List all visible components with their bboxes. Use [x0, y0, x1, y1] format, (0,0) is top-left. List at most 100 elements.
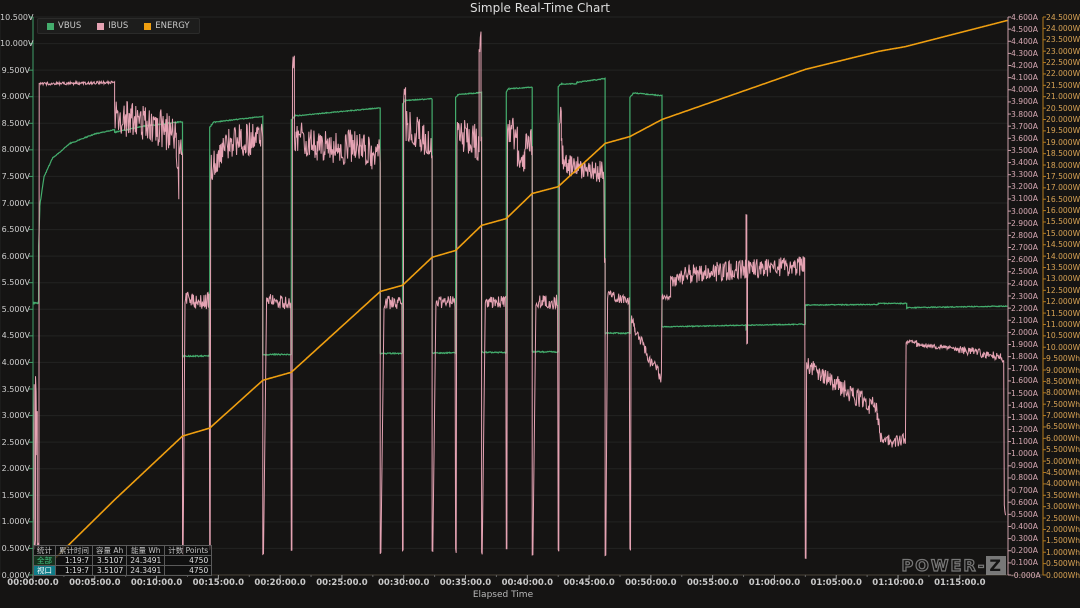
voltage-tick-label: 6.000V — [0, 252, 30, 261]
stats-row-all-label: 全部 — [34, 556, 56, 566]
energy-tick-label: 19.000Wh — [1046, 138, 1080, 147]
energy-tick-label: 4.500Wh — [1046, 468, 1080, 477]
stats-header-energy: 能量 Wh — [127, 546, 165, 556]
energy-tick-label: 14.000Wh — [1046, 252, 1080, 261]
current-tick-label: 4.500A — [1011, 25, 1047, 34]
current-tick-label: 2.800A — [1011, 231, 1047, 240]
energy-tick-label: 17.500Wh — [1046, 172, 1080, 181]
voltage-tick-label: 2.000V — [0, 464, 30, 473]
energy-tick-label: 9.000Wh — [1046, 366, 1080, 375]
voltage-tick-label: 9.000V — [0, 92, 30, 101]
energy-tick-label: 0.500Wh — [1046, 559, 1080, 568]
voltage-tick-label: 1.000V — [0, 517, 30, 526]
watermark-text: POWER- — [902, 556, 987, 575]
energy-tick-label: 20.500Wh — [1046, 104, 1080, 113]
legend-item-vbus[interactable]: VBUS — [47, 21, 81, 31]
energy-tick-label: 24.500Wh — [1046, 13, 1080, 22]
voltage-tick-label: 3.000V — [0, 411, 30, 420]
energy-tick-label: 18.500Wh — [1046, 149, 1080, 158]
energy-tick-label: 8.000Wh — [1046, 388, 1080, 397]
current-tick-label: 2.700A — [1011, 243, 1047, 252]
voltage-tick-label: 5.000V — [0, 305, 30, 314]
current-tick-label: 0.600A — [1011, 498, 1047, 507]
current-tick-label: 1.800A — [1011, 352, 1047, 361]
x-tick-label: 00:20:00.0 — [245, 578, 315, 588]
legend-item-ibus[interactable]: IBUS — [97, 21, 128, 31]
current-tick-label: 1.100A — [1011, 437, 1047, 446]
energy-tick-label: 12.500Wh — [1046, 286, 1080, 295]
current-tick-label: 4.400A — [1011, 37, 1047, 46]
energy-tick-label: 20.000Wh — [1046, 115, 1080, 124]
current-tick-label: 4.300A — [1011, 49, 1047, 58]
current-tick-label: 2.600A — [1011, 255, 1047, 264]
energy-tick-label: 21.000Wh — [1046, 92, 1080, 101]
energy-tick-label: 2.500Wh — [1046, 514, 1080, 523]
current-tick-label: 1.600A — [1011, 376, 1047, 385]
stats-header-points: 计数 Points — [165, 546, 212, 556]
energy-tick-label: 4.000Wh — [1046, 479, 1080, 488]
stats-table: 统计 累计时间 容量 Ah 能量 Wh 计数 Points 全部 1:19:7 … — [33, 545, 212, 576]
current-tick-label: -0.000A — [1011, 571, 1047, 580]
series-vbus — [33, 78, 1007, 357]
x-tick-label: 00:10:00.0 — [122, 578, 192, 588]
energy-tick-label: 13.500Wh — [1046, 263, 1080, 272]
legend-item-energy[interactable]: ENERGY — [144, 21, 189, 31]
current-tick-label: 2.200A — [1011, 304, 1047, 313]
energy-tick-label: 14.500Wh — [1046, 240, 1080, 249]
stats-all-energy: 24.3491 — [127, 556, 165, 566]
energy-tick-label: 8.500Wh — [1046, 377, 1080, 386]
voltage-tick-label: 8.000V — [0, 145, 30, 154]
x-tick-label: 00:50:00.0 — [616, 578, 686, 588]
energy-tick-label: 5.000Wh — [1046, 457, 1080, 466]
current-tick-label: 2.300A — [1011, 292, 1047, 301]
stats-header-time: 累计时间 — [56, 546, 93, 556]
x-tick-label: 01:05:00.0 — [801, 578, 871, 588]
x-tick-label: 00:05:00.0 — [60, 578, 130, 588]
x-tick-label: 00:25:00.0 — [307, 578, 377, 588]
current-tick-label: 1.200A — [1011, 425, 1047, 434]
stats-row-viewport: 视口 1:19:7 3.5107 24.3491 4750 — [34, 566, 212, 576]
voltage-tick-label: 0.500V — [0, 544, 30, 553]
energy-tick-label: 6.500Wh — [1046, 422, 1080, 431]
current-tick-label: 2.500A — [1011, 267, 1047, 276]
energy-tick-label: 19.500Wh — [1046, 126, 1080, 135]
energy-tick-label: 22.500Wh — [1046, 58, 1080, 67]
energy-tick-label: 17.000Wh — [1046, 183, 1080, 192]
energy-tick-label: 10.500Wh — [1046, 331, 1080, 340]
energy-tick-label: 18.000Wh — [1046, 161, 1080, 170]
x-tick-label: 00:55:00.0 — [678, 578, 748, 588]
legend: VBUS IBUS ENERGY — [37, 18, 200, 34]
stats-viewport-points: 4750 — [165, 566, 212, 576]
energy-tick-label: 15.500Wh — [1046, 217, 1080, 226]
voltage-tick-label: 4.000V — [0, 358, 30, 367]
voltage-tick-label: 1.500V — [0, 491, 30, 500]
current-tick-label: 0.200A — [1011, 546, 1047, 555]
current-tick-label: 1.000A — [1011, 449, 1047, 458]
series-ibus — [33, 32, 1006, 559]
current-tick-label: 3.000A — [1011, 207, 1047, 216]
current-tick-label: 4.000A — [1011, 85, 1047, 94]
energy-swatch-icon — [144, 23, 151, 30]
current-tick-label: 3.400A — [1011, 158, 1047, 167]
current-tick-label: 2.400A — [1011, 279, 1047, 288]
stats-all-points: 4750 — [165, 556, 212, 566]
current-tick-label: 1.300A — [1011, 413, 1047, 422]
stats-row-all: 全部 1:19:7 3.5107 24.3491 4750 — [34, 556, 212, 566]
current-tick-label: 0.400A — [1011, 522, 1047, 531]
current-tick-label: 4.100A — [1011, 73, 1047, 82]
energy-tick-label: 0.000Wh — [1046, 571, 1080, 580]
plot-area[interactable] — [0, 0, 1080, 608]
energy-tick-label: 22.000Wh — [1046, 69, 1080, 78]
voltage-tick-label: 2.500V — [0, 438, 30, 447]
vbus-swatch-icon — [47, 23, 54, 30]
stats-header-stat: 统计 — [34, 546, 56, 556]
energy-tick-label: 3.500Wh — [1046, 491, 1080, 500]
stats-row-viewport-label: 视口 — [34, 566, 56, 576]
current-tick-label: 1.400A — [1011, 401, 1047, 410]
current-tick-label: 2.000A — [1011, 328, 1047, 337]
energy-tick-label: 2.000Wh — [1046, 525, 1080, 534]
x-axis-title: Elapsed Time — [433, 590, 573, 600]
energy-tick-label: 15.000Wh — [1046, 229, 1080, 238]
voltage-tick-label: 3.500V — [0, 385, 30, 394]
voltage-tick-label: 6.500V — [0, 225, 30, 234]
